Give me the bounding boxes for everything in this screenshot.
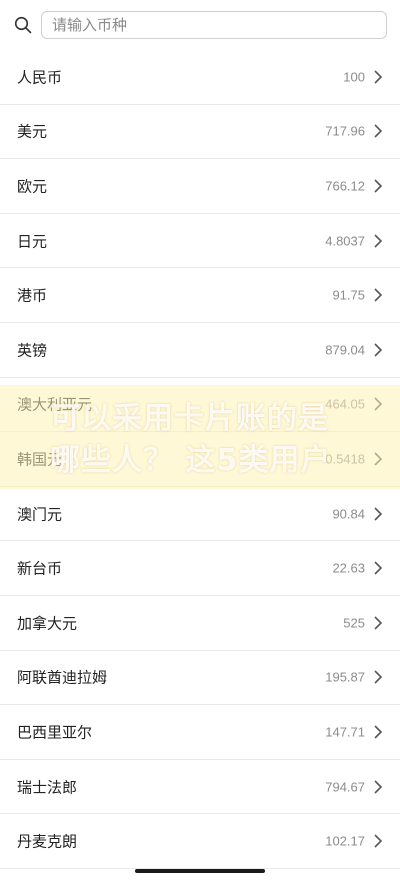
list-item[interactable]: 澳大利亚元 464.05 [0,377,400,433]
currency-rate: 4.8037 [325,233,365,249]
chevron-right-icon [374,124,383,138]
chevron-right-icon [374,288,383,302]
currency-rate: 102.17 [325,833,365,849]
currency-name: 澳大利亚元 [17,395,93,414]
currency-rate: 91.75 [332,287,365,303]
currency-rate: 90.84 [332,506,365,522]
list-item[interactable]: 港币 91.75 [0,268,400,323]
search-icon[interactable] [14,16,32,34]
chevron-right-icon [374,834,383,848]
currency-name: 港币 [17,286,48,305]
list-item[interactable]: 美元 717.96 [0,104,400,160]
chevron-right-icon [374,343,383,357]
chevron-right-icon [374,397,383,411]
currency-name: 新台币 [17,559,63,578]
list-item[interactable]: 英镑 879.04 [0,322,400,378]
currency-name: 丹麦克朗 [17,832,78,851]
currency-name: 韩国元 [17,450,63,469]
chevron-right-icon [374,179,383,193]
chevron-right-icon [374,616,383,630]
currency-rate: 794.67 [325,779,365,795]
currency-name: 巴西里亚尔 [17,723,93,742]
list-item[interactable]: 澳门元 90.84 [0,486,400,542]
list-item[interactable]: 人民币 100 [0,50,400,105]
currency-rate: 22.63 [332,560,365,576]
currency-list: 人民币 100 美元 717.96 欧元 766.12 日元 4.8037 港币… [0,50,400,869]
currency-name: 加拿大元 [17,614,78,633]
currency-name: 英镑 [17,341,48,360]
currency-rate: 0.5418 [325,451,365,467]
chevron-right-icon [374,670,383,684]
list-item[interactable]: 巴西里亚尔 147.71 [0,705,400,760]
chevron-right-icon [374,779,383,794]
chevron-right-icon [374,561,383,575]
currency-rate: 464.05 [325,396,365,412]
list-item[interactable]: 阿联酋迪拉姆 195.87 [0,650,400,706]
currency-rate: 100 [343,69,365,85]
currency-rate: 717.96 [325,123,365,139]
currency-rate: 525 [343,615,365,631]
chevron-right-icon [374,234,383,248]
currency-rate: 195.87 [325,669,365,685]
home-indicator[interactable] [135,869,265,873]
currency-rate: 766.12 [325,178,365,194]
chevron-right-icon [374,70,383,84]
list-item[interactable]: 加拿大元 525 [0,595,400,651]
currency-rate: 879.04 [325,342,365,358]
chevron-right-icon [374,506,383,521]
list-item[interactable]: 欧元 766.12 [0,159,400,214]
currency-rate-page: 人民币 100 美元 717.96 欧元 766.12 日元 4.8037 港币… [0,0,400,881]
list-item[interactable]: 新台币 22.63 [0,541,400,596]
currency-name: 日元 [17,232,48,251]
search-bar [0,0,400,50]
list-item[interactable]: 日元 4.8037 [0,213,400,269]
list-item[interactable]: 丹麦克朗 102.17 [0,814,400,869]
currency-name: 美元 [17,122,48,141]
list-item[interactable]: 瑞士法郎 794.67 [0,759,400,815]
list-item[interactable]: 韩国元 0.5418 [0,432,400,487]
chevron-right-icon [374,725,383,739]
chevron-right-icon [374,452,383,466]
currency-rate: 147.71 [325,724,365,740]
currency-name: 欧元 [17,177,48,196]
currency-name: 澳门元 [17,505,63,524]
currency-name: 瑞士法郎 [17,778,78,797]
currency-name: 阿联酋迪拉姆 [17,668,108,687]
search-input[interactable] [41,11,387,39]
currency-name: 人民币 [17,68,63,87]
